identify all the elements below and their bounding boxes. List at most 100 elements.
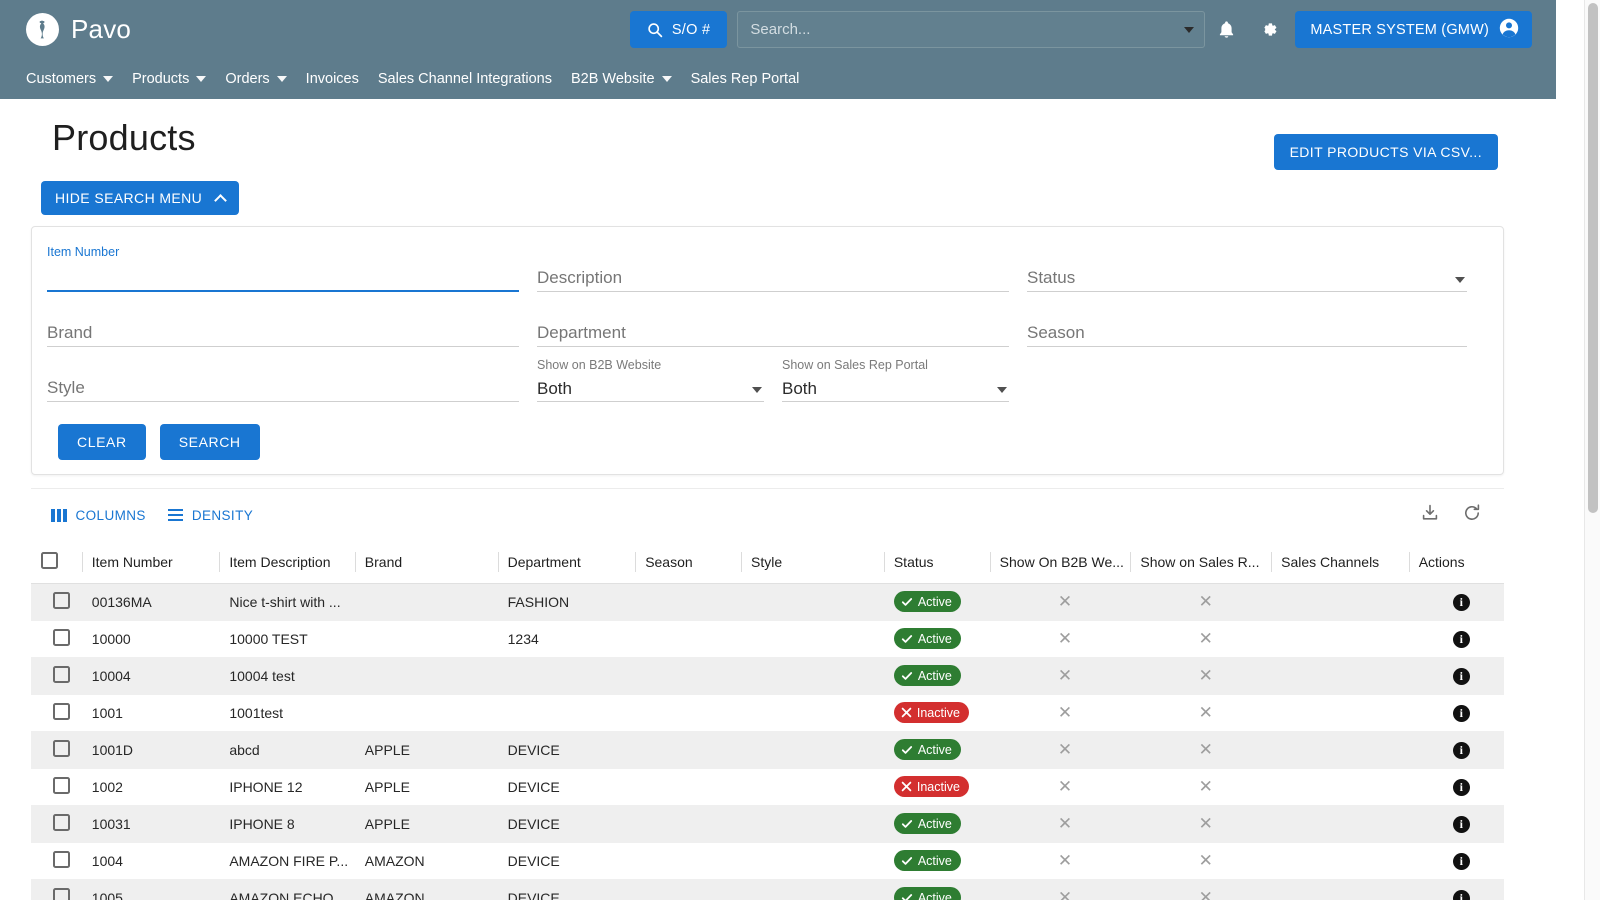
table-row[interactable]: 10011001testInactive✕✕i bbox=[31, 694, 1504, 731]
search-button[interactable]: SEARCH bbox=[160, 424, 260, 460]
table-row[interactable]: 1002IPHONE 12APPLEDEVICEInactive✕✕i bbox=[31, 768, 1504, 805]
cell-season bbox=[635, 731, 741, 768]
header-label: Item Number bbox=[92, 554, 173, 570]
nav-item-b2b-website[interactable]: B2B Website bbox=[571, 71, 672, 87]
field-season[interactable]: Season bbox=[1027, 300, 1485, 355]
header-status[interactable]: Status bbox=[884, 541, 990, 583]
row-select-checkbox[interactable] bbox=[53, 777, 70, 794]
field-show-on-b2b-website[interactable]: Show on B2B Website Both bbox=[537, 355, 782, 410]
global-search-input[interactable] bbox=[750, 21, 1178, 38]
table-row[interactable]: 00136MANice t-shirt with ...FASHIONActiv… bbox=[31, 583, 1504, 620]
select-all-checkbox[interactable] bbox=[41, 552, 58, 569]
header-department[interactable]: Department bbox=[498, 541, 636, 583]
search-form-actions: CLEAR SEARCH bbox=[47, 424, 1485, 460]
info-icon[interactable]: i bbox=[1453, 668, 1470, 685]
show-on-sales-rep-dropdown-caret-icon[interactable] bbox=[997, 387, 1007, 393]
field-department-label: Department bbox=[537, 323, 626, 343]
info-icon[interactable]: i bbox=[1453, 816, 1470, 833]
header-item-description[interactable]: Item Description bbox=[219, 541, 354, 583]
cell-show-on-b2b: ✕ bbox=[990, 583, 1131, 620]
refresh-icon[interactable] bbox=[1462, 503, 1482, 528]
info-icon[interactable]: i bbox=[1453, 742, 1470, 759]
table-row[interactable]: 1004AMAZON FIRE P...AMAZONDEVICEActive✕✕… bbox=[31, 842, 1504, 879]
search-dropdown-caret-icon[interactable] bbox=[1184, 27, 1194, 33]
cell-sales-channels bbox=[1271, 805, 1409, 842]
row-select-checkbox[interactable] bbox=[53, 740, 70, 757]
info-icon[interactable]: i bbox=[1453, 779, 1470, 796]
row-select-checkbox[interactable] bbox=[53, 814, 70, 831]
header-season[interactable]: Season bbox=[635, 541, 741, 583]
item-number-input[interactable] bbox=[47, 263, 519, 291]
nav-item-customers[interactable]: Customers bbox=[26, 71, 113, 87]
download-export-icon[interactable] bbox=[1420, 503, 1440, 528]
columns-label: COLUMNS bbox=[76, 508, 146, 523]
status-badge: Active bbox=[894, 739, 961, 760]
chevron-down-icon[interactable] bbox=[662, 76, 672, 82]
header-item-number[interactable]: Item Number bbox=[82, 541, 220, 583]
field-description[interactable]: Description bbox=[537, 245, 1027, 300]
cell-sales-channels bbox=[1271, 879, 1409, 900]
row-select-checkbox[interactable] bbox=[53, 703, 70, 720]
header-sales-channels[interactable]: Sales Channels bbox=[1271, 541, 1409, 583]
info-icon[interactable]: i bbox=[1453, 705, 1470, 722]
table-row[interactable]: 10031IPHONE 8APPLEDEVICEActive✕✕i bbox=[31, 805, 1504, 842]
cell-show-on-sales-rep: ✕ bbox=[1130, 805, 1271, 842]
row-select-checkbox[interactable] bbox=[53, 592, 70, 609]
table-row[interactable]: 1000010000 TEST1234Active✕✕i bbox=[31, 620, 1504, 657]
nav-item-orders[interactable]: Orders bbox=[225, 71, 286, 87]
nav-item-invoices[interactable]: Invoices bbox=[306, 71, 359, 87]
header-style[interactable]: Style bbox=[741, 541, 884, 583]
field-style[interactable]: Style bbox=[47, 355, 537, 410]
cell-brand: APPLE bbox=[355, 731, 498, 768]
density-button[interactable]: DENSITY bbox=[168, 508, 253, 523]
row-select-checkbox[interactable] bbox=[53, 666, 70, 683]
row-select-checkbox[interactable] bbox=[53, 629, 70, 646]
edit-products-via-csv-button[interactable]: EDIT PRODUCTS VIA CSV... bbox=[1274, 134, 1498, 170]
field-status[interactable]: Status bbox=[1027, 245, 1485, 300]
status-badge: Inactive bbox=[894, 702, 969, 723]
info-icon[interactable]: i bbox=[1453, 853, 1470, 870]
field-brand[interactable]: Brand bbox=[47, 300, 537, 355]
table-row[interactable]: 1001DabcdAPPLEDEVICEActive✕✕i bbox=[31, 731, 1504, 768]
notifications-button[interactable] bbox=[1205, 9, 1247, 51]
user-account-button[interactable]: MASTER SYSTEM (GMW) bbox=[1295, 11, 1532, 48]
header-show-on-sales-rep-portal[interactable]: Show on Sales R... bbox=[1130, 541, 1271, 583]
so-number-button[interactable]: S/O # bbox=[630, 11, 728, 48]
page-vertical-scrollbar-thumb[interactable] bbox=[1588, 3, 1598, 513]
settings-button[interactable] bbox=[1247, 9, 1289, 51]
cell-brand: APPLE bbox=[355, 768, 498, 805]
header-label: Status bbox=[894, 554, 934, 570]
info-icon[interactable]: i bbox=[1453, 890, 1470, 900]
clear-button[interactable]: CLEAR bbox=[58, 424, 146, 460]
field-show-on-sales-rep-portal[interactable]: Show on Sales Rep Portal Both bbox=[782, 355, 1027, 410]
nav-item-sales-rep-portal[interactable]: Sales Rep Portal bbox=[691, 71, 800, 87]
chevron-down-icon[interactable] bbox=[277, 76, 287, 82]
field-item-number[interactable]: Item Number bbox=[47, 245, 537, 300]
cross-icon: ✕ bbox=[1199, 592, 1213, 611]
field-underline bbox=[1027, 291, 1467, 292]
field-department[interactable]: Department bbox=[537, 300, 1027, 355]
info-icon[interactable]: i bbox=[1453, 631, 1470, 648]
show-on-b2b-dropdown-caret-icon[interactable] bbox=[752, 387, 762, 393]
hide-search-menu-button[interactable]: HIDE SEARCH MENU bbox=[41, 181, 239, 215]
brand[interactable]: Pavo bbox=[26, 13, 131, 46]
row-select-checkbox[interactable] bbox=[53, 851, 70, 868]
nav-item-sales-channel-integrations[interactable]: Sales Channel Integrations bbox=[378, 71, 552, 87]
header-show-on-b2b-website[interactable]: Show On B2B We... bbox=[990, 541, 1131, 583]
columns-button[interactable]: COLUMNS bbox=[51, 508, 146, 523]
status-dropdown-caret-icon[interactable] bbox=[1455, 277, 1465, 283]
table-row[interactable]: 1000410004 testActive✕✕i bbox=[31, 657, 1504, 694]
nav-item-products[interactable]: Products bbox=[132, 71, 206, 87]
chevron-down-icon[interactable] bbox=[103, 76, 113, 82]
global-search-box[interactable] bbox=[737, 11, 1205, 48]
chevron-down-icon[interactable] bbox=[196, 76, 206, 82]
table-row[interactable]: 1005AMAZON ECHOAMAZONDEVICEActive✕✕i bbox=[31, 879, 1504, 900]
page-vertical-scrollbar[interactable] bbox=[1584, 0, 1600, 900]
header-brand[interactable]: Brand bbox=[355, 541, 498, 583]
field-underline bbox=[47, 401, 519, 402]
field-item-number-label: Item Number bbox=[47, 245, 119, 259]
field-underline bbox=[47, 290, 519, 292]
cell-show-on-sales-rep: ✕ bbox=[1130, 694, 1271, 731]
info-icon[interactable]: i bbox=[1453, 594, 1470, 611]
row-select-checkbox[interactable] bbox=[53, 888, 70, 900]
